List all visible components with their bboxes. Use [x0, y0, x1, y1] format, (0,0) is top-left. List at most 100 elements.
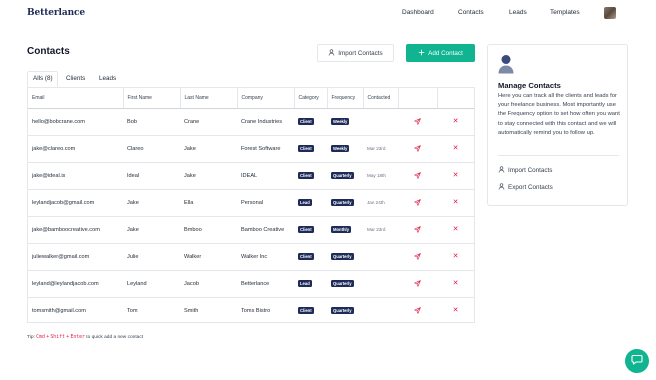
- col-contacted[interactable]: Contacted: [363, 88, 399, 109]
- cell-first-name: Ideal: [123, 162, 180, 190]
- add-contact-label: Add Contact: [428, 49, 463, 57]
- paper-plane-icon[interactable]: [414, 145, 421, 152]
- cell-delete: ✕: [437, 189, 474, 217]
- frequency-badge[interactable]: Quarterly: [331, 199, 354, 206]
- cell-company: Personal: [237, 189, 294, 217]
- tab-clients[interactable]: Clients: [66, 71, 85, 87]
- cell-last-name: Jake: [180, 162, 237, 190]
- cell-send: [398, 108, 437, 136]
- frequency-badge[interactable]: Monthly: [331, 226, 352, 233]
- cell-category: Lead: [294, 189, 327, 217]
- cell-first-name: Leyland: [123, 270, 180, 298]
- contacts-table: Email First Name Last Name Company Categ…: [27, 87, 475, 323]
- tab-all[interactable]: Alls (8): [27, 71, 58, 87]
- card-import-label: Import Contacts: [508, 167, 553, 174]
- cell-company: IDEAL: [237, 162, 294, 190]
- paper-plane-icon[interactable]: [414, 118, 421, 125]
- tip-plus-2: +: [66, 335, 70, 340]
- col-email[interactable]: Email: [28, 88, 124, 109]
- paper-plane-icon[interactable]: [414, 226, 421, 233]
- close-icon[interactable]: ✕: [453, 280, 459, 287]
- paper-plane-icon[interactable]: [414, 199, 421, 206]
- table-row[interactable]: jake@ideal.is Ideal Jake IDEAL Client Quarter…: [28, 162, 474, 190]
- cell-frequency: Weekly: [327, 135, 363, 163]
- card-title: Manage Contacts: [498, 81, 561, 90]
- category-badge: Client: [298, 307, 314, 315]
- person-upload-icon: [328, 48, 335, 58]
- chat-button[interactable]: [625, 349, 649, 373]
- close-icon[interactable]: ✕: [453, 172, 459, 179]
- frequency-badge[interactable]: Weekly: [331, 118, 350, 125]
- cell-first-name: Jake: [123, 216, 180, 244]
- table-row[interactable]: leyland@leylandjacob.com Leyland Jacob Bett…: [28, 270, 474, 298]
- cell-contacted: [363, 108, 398, 136]
- cell-first-name: Tom: [127, 307, 138, 314]
- close-icon[interactable]: ✕: [453, 253, 459, 260]
- tip-key-enter: Enter: [70, 335, 85, 340]
- paper-plane-icon[interactable]: [414, 280, 421, 287]
- cell-delete: ✕: [437, 135, 474, 163]
- cell-frequency: Weekly: [327, 108, 363, 136]
- table-row[interactable]: tomsmith@gmail.com Tom Smith Toms Bistro Cli…: [28, 297, 474, 324]
- cell-contacted: Mar 23rd: [363, 216, 398, 244]
- table-row[interactable]: hello@bobcrane.com Bob Crane Crane Industri…: [28, 108, 474, 136]
- nav-contacts[interactable]: Contacts: [458, 9, 484, 16]
- cell-send: [398, 189, 437, 217]
- col-first-name[interactable]: First Name: [123, 88, 181, 109]
- close-icon[interactable]: ✕: [453, 145, 459, 152]
- add-contact-button[interactable]: Add Contact: [406, 44, 475, 62]
- table-row[interactable]: juliewalker@gmail.com Julie Walker Walker I…: [28, 243, 474, 271]
- frequency-badge[interactable]: Weekly: [331, 145, 350, 152]
- col-delete: [437, 88, 474, 109]
- frequency-badge[interactable]: Quarterly: [331, 253, 354, 260]
- cell-last-name: Jake: [180, 135, 237, 163]
- table-row[interactable]: jake@bamboocreative.com Jake Bmboo Bamboo C…: [28, 216, 474, 244]
- col-send: [398, 88, 438, 109]
- col-company[interactable]: Company: [237, 88, 295, 109]
- avatar[interactable]: [604, 7, 616, 19]
- cell-first-name: Jake: [123, 189, 180, 217]
- close-icon[interactable]: ✕: [453, 118, 459, 125]
- cell-email: jake@clareo.com: [28, 135, 123, 163]
- close-icon[interactable]: ✕: [453, 199, 459, 206]
- col-last-name[interactable]: Last Name: [180, 88, 238, 109]
- table-header-row: Email First Name Last Name Company Categ…: [28, 88, 474, 109]
- tab-leads[interactable]: Leads: [99, 71, 116, 87]
- nav-templates[interactable]: Templates: [550, 9, 580, 16]
- cell-company: Toms Bistro: [241, 307, 271, 314]
- card-export-label: Export Contacts: [508, 184, 553, 191]
- cell-delete: ✕: [437, 216, 474, 244]
- col-frequency[interactable]: Frequency: [327, 88, 364, 109]
- frequency-badge[interactable]: Quarterly: [331, 172, 354, 179]
- frequency-badge[interactable]: Quarterly: [331, 307, 354, 315]
- cell-last-name: Crane: [180, 108, 237, 136]
- cell-category: Lead: [294, 270, 327, 298]
- cell-delete: ✕: [437, 108, 474, 136]
- cell-last-name: Jacob: [180, 270, 237, 298]
- cell-send: [398, 135, 437, 163]
- card-export-contacts-link[interactable]: Export Contacts: [498, 183, 553, 192]
- brand-logo[interactable]: Betterlance: [27, 8, 85, 18]
- cell-category: Client: [294, 135, 327, 163]
- nav-leads[interactable]: Leads: [509, 9, 527, 16]
- paper-plane-icon[interactable]: [414, 307, 421, 315]
- close-icon[interactable]: ✕: [453, 226, 459, 233]
- cell-frequency: Quarterly: [327, 162, 363, 190]
- cell-delete: ✕: [437, 243, 474, 271]
- cell-delete: ✕: [437, 297, 474, 324]
- nav-dashboard[interactable]: Dashboard: [402, 9, 434, 16]
- cell-send: [398, 243, 437, 271]
- paper-plane-icon[interactable]: [414, 253, 421, 260]
- col-category[interactable]: Category: [294, 88, 328, 109]
- cell-category: Client: [294, 162, 327, 190]
- cell-category: Client: [294, 108, 327, 136]
- import-contacts-button[interactable]: Import Contacts: [317, 44, 394, 62]
- table-row[interactable]: jake@clareo.com Clareo Jake Forest Software…: [28, 135, 474, 163]
- cell-contacted: [363, 270, 398, 298]
- paper-plane-icon[interactable]: [414, 172, 421, 179]
- table-row[interactable]: leylandjacob@gmail.com Jake Ella Personal Le…: [28, 189, 474, 217]
- frequency-badge[interactable]: Quarterly: [331, 280, 354, 287]
- keyboard-tip: Tip: Cmd + Shift + Enter to quick add a …: [27, 335, 143, 340]
- card-import-contacts-link[interactable]: Import Contacts: [498, 166, 552, 175]
- close-icon[interactable]: ✕: [453, 307, 459, 314]
